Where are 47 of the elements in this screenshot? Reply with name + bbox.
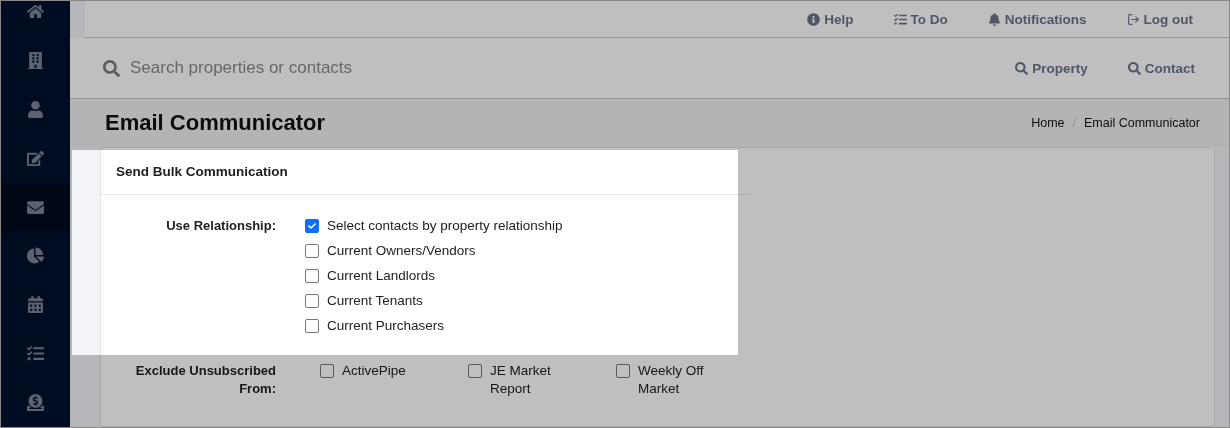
info-icon — [807, 12, 821, 26]
search-icon — [1127, 61, 1141, 75]
checklist-icon — [893, 12, 907, 26]
pie-chart-icon — [27, 247, 44, 265]
top-link[interactable]: Notifications — [987, 11, 1087, 27]
checkbox[interactable] — [305, 294, 319, 308]
field-label: Exclude Unsubscribed From: — [134, 362, 276, 398]
top-link[interactable]: Help — [807, 11, 854, 27]
card-title: Send Bulk Communication — [116, 163, 288, 179]
logout-icon — [1126, 12, 1140, 26]
checkbox-option[interactable]: Weekly Off Market — [616, 362, 764, 398]
edit-icon — [27, 149, 44, 167]
check-icon — [308, 222, 316, 230]
checkbox[interactable] — [468, 364, 482, 378]
checkbox-option[interactable]: Current Purchasers — [305, 317, 563, 335]
checkbox[interactable] — [305, 219, 319, 233]
search-button[interactable]: Contact — [1127, 60, 1195, 76]
home-icon — [27, 2, 44, 20]
sidebar-item[interactable] — [1, 182, 70, 232]
envelope-icon — [27, 198, 44, 216]
coin-icon — [27, 394, 44, 412]
checkbox-option[interactable]: ActivePipe — [320, 362, 468, 398]
search-icon — [103, 59, 120, 77]
checkbox-option[interactable]: Current Owners/Vendors — [305, 242, 563, 260]
top-link[interactable]: To Do — [893, 11, 948, 27]
checkbox-option[interactable]: Current Tenants — [305, 292, 563, 310]
breadcrumb-link[interactable]: Home — [1031, 116, 1065, 130]
checkbox[interactable] — [305, 269, 319, 283]
page-title: Email Communicator — [105, 110, 326, 136]
breadcrumb-link[interactable]: Email Communicator — [1084, 116, 1200, 130]
checkbox[interactable] — [305, 319, 319, 333]
field-label: Use Relationship: — [165, 217, 276, 235]
top-link[interactable]: Log out — [1126, 11, 1193, 27]
checkbox[interactable] — [616, 364, 630, 378]
checklist-icon — [27, 345, 44, 363]
checkbox[interactable] — [320, 364, 334, 378]
bell-icon — [987, 12, 1001, 26]
checkbox[interactable] — [305, 244, 319, 258]
search-icon — [1015, 61, 1029, 75]
checkbox-option[interactable]: Current Landlords — [305, 267, 563, 285]
search-button[interactable]: Property — [1015, 60, 1088, 76]
user-icon — [27, 100, 44, 118]
checkbox-option[interactable]: JE Market Report — [468, 362, 616, 398]
checkbox-option[interactable]: Select contacts by property relationship — [305, 217, 563, 235]
breadcrumb-separator: / — [1072, 116, 1076, 130]
building-icon — [27, 51, 44, 69]
calendar-icon — [27, 296, 44, 314]
